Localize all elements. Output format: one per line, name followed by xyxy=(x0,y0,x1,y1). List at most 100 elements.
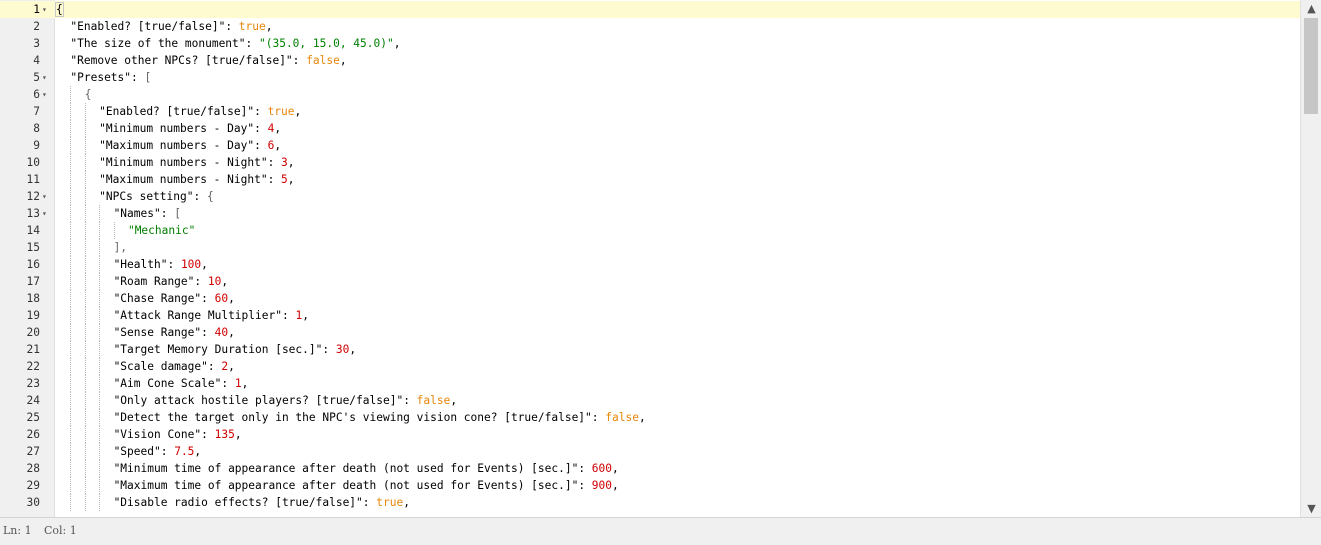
code-line[interactable]: 19 "Attack Range Multiplier": 1, xyxy=(0,307,1300,324)
code-text: "Minimum time of appearance after death … xyxy=(56,460,619,477)
code-token: "(35.0, 15.0, 45.0)" xyxy=(259,37,394,50)
code-text: "Only attack hostile players? [true/fals… xyxy=(56,392,457,409)
code-line[interactable]: 26 "Vision Cone": 135, xyxy=(0,426,1300,443)
code-line[interactable]: 7 "Enabled? [true/false]": true, xyxy=(0,103,1300,120)
code-line[interactable]: 2 "Enabled? [true/false]": true, xyxy=(0,18,1300,35)
indent-guide xyxy=(113,222,128,239)
indent-guide xyxy=(99,443,113,460)
code-token: { xyxy=(206,190,214,203)
code-token: : xyxy=(131,71,145,84)
indent-guide xyxy=(70,120,84,137)
line-number: 5 xyxy=(33,71,40,84)
code-line[interactable]: 17 "Roam Range": 10, xyxy=(0,273,1300,290)
code-token: false xyxy=(605,411,639,424)
code-line[interactable]: 10 "Minimum numbers - Night": 3, xyxy=(0,154,1300,171)
code-token: , xyxy=(393,37,401,50)
line-number: 2 xyxy=(33,20,40,33)
code-token: 1 xyxy=(234,377,242,390)
indent-guide xyxy=(99,477,113,494)
indent-guide xyxy=(99,392,113,409)
code-line[interactable]: 5 ▾ "Presets": [ xyxy=(0,69,1300,86)
line-number: 1 xyxy=(33,3,40,16)
code-line[interactable]: 13 ▾ "Names": [ xyxy=(0,205,1300,222)
fold-toggle-icon[interactable]: ▾ xyxy=(42,86,51,103)
code-token: 5 xyxy=(281,173,288,186)
code-text: "Minimum numbers - Night": 3, xyxy=(56,154,295,171)
code-token: "Vision Cone" xyxy=(113,428,202,441)
code-line[interactable]: 4 "Remove other NPCs? [true/false]": fals… xyxy=(0,52,1300,69)
code-token: "Detect the target only in the NPC's vie… xyxy=(113,411,592,424)
code-line[interactable]: 15], xyxy=(0,239,1300,256)
code-line[interactable]: 21 "Target Memory Duration [sec.]": 30, xyxy=(0,341,1300,358)
code-token: , xyxy=(287,156,295,169)
code-token: "Mechanic" xyxy=(127,224,196,237)
code-line[interactable]: 3 "The size of the monument": "(35.0, 15.… xyxy=(0,35,1300,52)
code-line[interactable]: 20 "Sense Range": 40, xyxy=(0,324,1300,341)
code-token: , xyxy=(274,139,282,152)
line-number: 24 xyxy=(26,394,40,407)
fold-toggle-icon[interactable]: ▾ xyxy=(42,188,51,205)
code-line[interactable]: 14 "Mechanic" xyxy=(0,222,1300,239)
indent-guide xyxy=(84,460,99,477)
code-text: "Health": 100, xyxy=(56,256,208,273)
code-token: 60 xyxy=(214,292,229,305)
code-line[interactable]: 22 "Scale damage": 2, xyxy=(0,358,1300,375)
code-line[interactable]: 30 "Disable radio effects? [true/false]":… xyxy=(0,494,1300,511)
code-line[interactable]: 12 ▾ "NPCs setting": { xyxy=(0,188,1300,205)
fold-toggle-icon[interactable]: ▾ xyxy=(42,205,51,222)
code-line[interactable]: 8 "Minimum numbers - Day": 4, xyxy=(0,120,1300,137)
code-line[interactable]: 28 "Minimum time of appearance after deat… xyxy=(0,460,1300,477)
code-text: { xyxy=(56,86,92,103)
indent-guide xyxy=(84,171,99,188)
vertical-scrollbar[interactable]: ▲ ▼ xyxy=(1300,0,1321,517)
code-line[interactable]: 29 "Maximum time of appearance after deat… xyxy=(0,477,1300,494)
code-token: : xyxy=(578,462,592,475)
code-text: "Maximum time of appearance after death … xyxy=(56,477,619,494)
code-line[interactable]: 6 ▾ { xyxy=(0,86,1300,103)
code-token: , xyxy=(228,326,235,339)
code-line[interactable]: 24 "Only attack hostile players? [true/fa… xyxy=(0,392,1300,409)
code-line[interactable]: 27 "Speed": 7.5, xyxy=(0,443,1300,460)
indent-guide xyxy=(99,494,113,511)
fold-toggle-icon[interactable]: ▾ xyxy=(42,69,51,86)
code-text: "NPCs setting": { xyxy=(56,188,214,205)
line-number: 8 xyxy=(33,122,40,135)
fold-toggle-icon[interactable]: ▾ xyxy=(42,1,51,18)
code-text: "Scale damage": 2, xyxy=(56,358,235,375)
code-editor[interactable]: 1 ▾{2 "Enabled? [true/false]": true, 3 "The … xyxy=(0,0,1300,517)
code-line[interactable]: 1 ▾ { xyxy=(0,1,1300,18)
code-token: 3 xyxy=(281,156,288,169)
indent-guide xyxy=(56,222,70,239)
indent-guide xyxy=(70,307,84,324)
scroll-down-icon[interactable]: ▼ xyxy=(1301,500,1321,517)
indent-guide xyxy=(56,477,70,494)
indent-guide xyxy=(99,426,113,443)
indent-guide xyxy=(70,358,84,375)
code-token: "The size of the monument" xyxy=(70,37,246,50)
code-text: "Attack Range Multiplier": 1, xyxy=(56,307,309,324)
scrollbar-thumb[interactable] xyxy=(1304,18,1318,114)
line-number: 19 xyxy=(26,309,40,322)
code-token: : xyxy=(267,156,282,169)
scroll-up-icon[interactable]: ▲ xyxy=(1301,0,1321,17)
line-number: 30 xyxy=(26,496,40,509)
code-line[interactable]: 16 "Health": 100, xyxy=(0,256,1300,273)
indent-guide xyxy=(84,137,99,154)
code-line[interactable]: 25 "Detect the target only in the NPC's v… xyxy=(0,409,1300,426)
code-text: "Detect the target only in the NPC's vie… xyxy=(56,409,646,426)
line-number: 22 xyxy=(26,360,40,373)
code-line[interactable]: 11 "Maximum numbers - Night": 5, xyxy=(0,171,1300,188)
code-token: : xyxy=(207,360,222,373)
code-line[interactable]: 18 "Chase Range": 60, xyxy=(0,290,1300,307)
code-token: 600 xyxy=(591,462,613,475)
code-line[interactable]: 9 "Maximum numbers - Day": 6, xyxy=(0,137,1300,154)
code-text: "Roam Range": 10, xyxy=(56,273,228,290)
indent-guide xyxy=(56,52,70,69)
code-token: 900 xyxy=(591,479,613,492)
code-token: : xyxy=(281,309,296,322)
indent-guide xyxy=(84,358,99,375)
indent-guide xyxy=(84,290,99,307)
code-line[interactable]: 23 "Aim Cone Scale": 1, xyxy=(0,375,1300,392)
indent-guide xyxy=(56,375,70,392)
code-text: { xyxy=(55,1,64,18)
